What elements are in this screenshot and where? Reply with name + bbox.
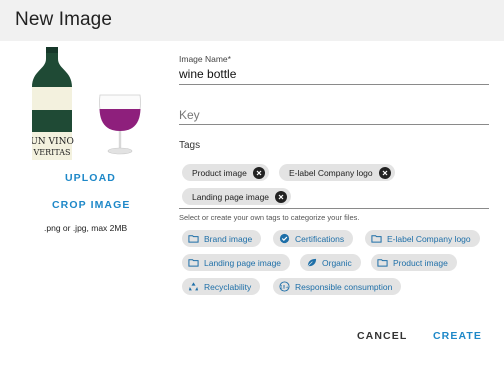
suggested-tag-certifications[interactable]: Certifications — [273, 230, 354, 247]
suggested-tag-label: Brand image — [204, 233, 253, 244]
wine-glass-illustration — [99, 94, 141, 155]
age-restriction-icon: 18+ — [279, 281, 290, 292]
tags-helper-text: Select or create your own tags to catego… — [179, 213, 360, 222]
upload-button[interactable]: UPLOAD — [65, 172, 116, 184]
selected-tag-chip[interactable]: Landing page image — [182, 188, 292, 205]
folder-icon — [377, 257, 388, 268]
suggested-tag-brand-image[interactable]: Brand image — [182, 230, 262, 247]
selected-tag-chip[interactable]: Product image — [182, 164, 269, 181]
bottle-label-line1: UN VINO — [32, 137, 74, 147]
suggested-tag-label: Recyclability — [204, 281, 252, 292]
leaf-icon — [306, 257, 317, 268]
suggested-tag-label: Product image — [393, 257, 448, 268]
wine-bottle-illustration: UN VINO VERITAS — [32, 47, 74, 160]
remove-tag-icon[interactable] — [252, 166, 265, 179]
suggested-tag-label: E-label Company logo — [387, 233, 471, 244]
tags-input-underline — [179, 208, 489, 209]
create-button[interactable]: CREATE — [433, 330, 482, 342]
tag-chip-label: Landing page image — [192, 191, 270, 202]
format-hint: .png or .jpg, max 2MB — [44, 223, 128, 233]
verified-badge-icon — [279, 233, 290, 244]
crop-image-button[interactable]: CROP IMAGE — [52, 199, 130, 211]
recycle-icon — [188, 281, 199, 292]
tags-label: Tags — [179, 140, 201, 151]
image-preview: UN VINO VERITAS — [32, 47, 141, 160]
tag-chip-label: Product image — [192, 167, 247, 178]
suggested-tag-responsible-consumption[interactable]: 18+ Responsible consumption — [273, 278, 402, 295]
suggested-tag-e-label-company-logo[interactable]: E-label Company logo — [365, 230, 480, 247]
suggested-tag-organic[interactable]: Organic — [300, 254, 361, 271]
suggested-tag-label: Responsible consumption — [295, 281, 393, 292]
dialog-title: New Image — [15, 9, 112, 30]
suggested-tag-landing-page-image[interactable]: Landing page image — [182, 254, 291, 271]
folder-icon — [188, 257, 199, 268]
bottle-label-line2: VERITAS — [33, 148, 71, 157]
image-name-underline — [179, 84, 489, 85]
key-input[interactable]: Key — [179, 108, 200, 122]
image-name-label: Image Name* — [179, 54, 231, 64]
suggested-tag-recyclability[interactable]: Recyclability — [182, 278, 261, 295]
remove-tag-icon[interactable] — [275, 190, 288, 203]
suggested-tag-label: Landing page image — [204, 257, 282, 268]
svg-text:18+: 18+ — [280, 284, 289, 289]
folder-icon — [188, 233, 199, 244]
image-name-input[interactable]: wine bottle — [179, 67, 236, 81]
suggested-tag-label: Organic — [322, 257, 352, 268]
selected-tag-chip[interactable]: E-label Company logo — [279, 164, 395, 181]
suggested-tag-product-image[interactable]: Product image — [371, 254, 457, 271]
suggested-tag-label: Certifications — [295, 233, 345, 244]
cancel-button[interactable]: CANCEL — [357, 330, 407, 342]
remove-tag-icon[interactable] — [378, 166, 391, 179]
key-underline — [179, 124, 489, 125]
folder-icon — [371, 233, 382, 244]
dialog-header: New Image — [0, 0, 504, 41]
tag-chip-label: E-label Company logo — [289, 167, 373, 178]
